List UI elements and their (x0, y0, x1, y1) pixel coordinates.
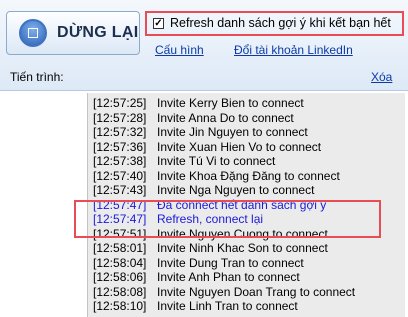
stop-icon (19, 19, 47, 47)
stop-button[interactable]: DỪNG LẠI (6, 11, 140, 55)
log-message: Invite Ninh Khac Son to connect (157, 241, 328, 255)
log-line: [12:58:06] Invite Anh Phan to connect (93, 270, 300, 284)
log-time: [12:58:06] (93, 270, 147, 284)
log-line: [12:58:04] Invite Dung Tran to connect (93, 256, 304, 270)
log-line: [12:57:28] Invite Anna Do to connect (93, 111, 294, 125)
log-message: Invite Dung Tran to connect (157, 255, 304, 270)
log-line: [12:57:40] Invite Khoa Đặng Đăng to conne… (93, 169, 340, 183)
log-message: Invite Linh Tran to connect (157, 299, 298, 313)
clear-link[interactable]: Xóa (371, 70, 392, 84)
progress-label: Tiến trình: (10, 70, 64, 84)
log-time: [12:57:38] (93, 154, 147, 168)
log-line: [12:57:38] Invite Tú Vi to connect (93, 154, 275, 168)
log-time: [12:58:04] (93, 255, 147, 270)
refresh-checkbox-label[interactable]: Refresh danh sách gợi ý khi kết bạn hết (170, 16, 391, 30)
log-time: [12:57:36] (93, 139, 147, 154)
log-line: [12:57:36] Invite Xuan Hien Vo to connect (93, 140, 321, 154)
log-time: [12:57:32] (93, 125, 147, 139)
log-message: Invite Jin Nguyen to connect (157, 125, 308, 139)
log-line: [12:57:32] Invite Jin Nguyen to connect (93, 125, 308, 139)
log-time: [12:57:40] (93, 168, 147, 183)
log-time: [12:57:25] (93, 96, 147, 110)
annotation-highlight-box (74, 200, 381, 238)
log-line: [12:58:10] Invite Linh Tran to connect (93, 299, 298, 313)
log-message: Invite Nguyen Doan Trang to connect (157, 284, 356, 299)
switch-account-link[interactable]: Đổi tài khoản LinkedIn (234, 43, 353, 57)
stop-button-label: DỪNG LẠI (57, 24, 139, 41)
refresh-option[interactable]: ✓ Refresh danh sách gợi ý khi kết bạn hế… (145, 11, 404, 36)
log-line: [12:57:25] Invite Kerry Bien to connect (93, 96, 304, 110)
toolbar: DỪNG LẠI ✓ Refresh danh sách gợi ý khi k… (0, 0, 408, 91)
log-message: Invite Anna Do to connect (157, 110, 294, 125)
config-link[interactable]: Cấu hình (155, 43, 204, 57)
log-line: [12:57:43] Invite Nga Nguyen to connect (93, 183, 314, 197)
log-message: Invite Anh Phan to connect (157, 270, 300, 284)
log-time: [12:58:08] (93, 284, 147, 299)
log-message: Invite Nga Nguyen to connect (157, 183, 315, 197)
refresh-checkbox[interactable]: ✓ (153, 18, 164, 29)
log-message: Invite Kerry Bien to connect (157, 96, 304, 110)
log-time: [12:57:28] (93, 110, 147, 125)
log-time: [12:58:10] (93, 299, 147, 313)
log-line: [12:58:01] Invite Ninh Khac Son to connec… (93, 241, 328, 255)
log-message: Invite Tú Vi to connect (157, 154, 276, 168)
log-time: [12:58:01] (93, 241, 147, 255)
log-message: Invite Xuan Hien Vo to connect (157, 139, 322, 154)
log-time: [12:57:43] (93, 183, 147, 197)
log-message: Invite Khoa Đặng Đăng to connect (157, 168, 340, 183)
log-line: [12:58:08] Invite Nguyen Doan Trang to co… (93, 285, 355, 299)
